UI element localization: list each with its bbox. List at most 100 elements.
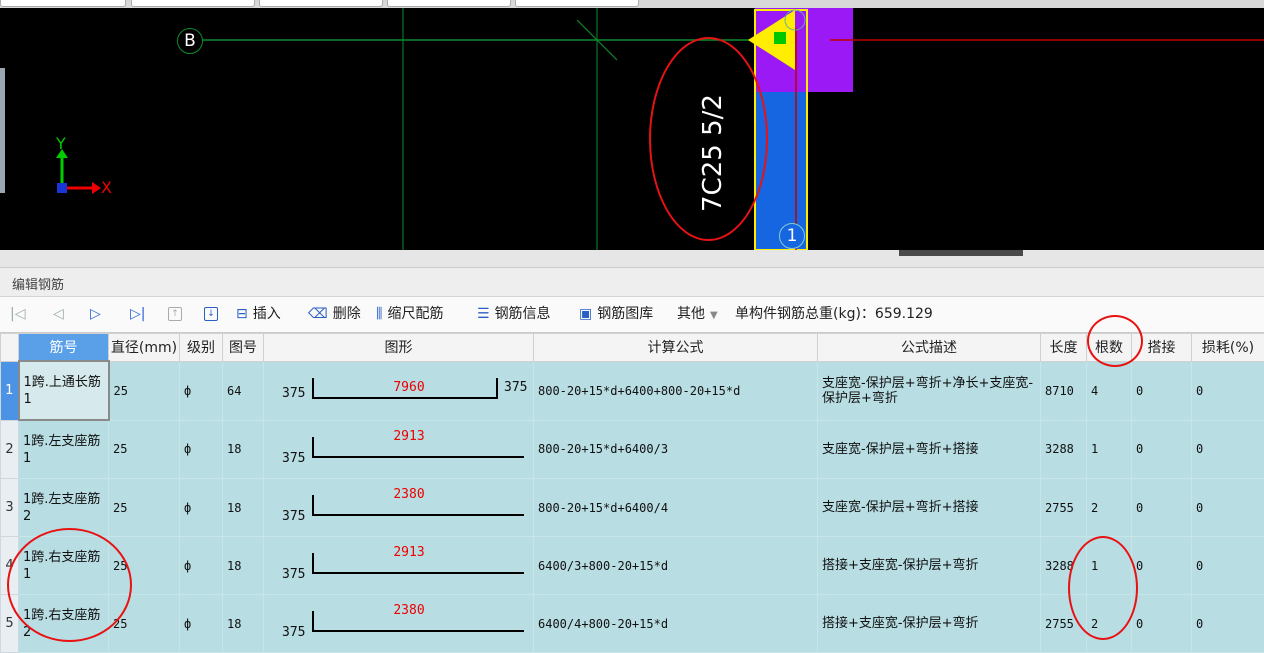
- column-header[interactable]: 图号: [223, 334, 264, 362]
- last-record-icon[interactable]: ▷|: [130, 297, 145, 332]
- loss-cell[interactable]: 0: [1192, 537, 1264, 595]
- count-cell[interactable]: 2: [1087, 595, 1132, 653]
- first-record-icon[interactable]: |◁: [10, 297, 25, 332]
- figure-no-cell[interactable]: 18: [223, 420, 264, 479]
- shape-cell[interactable]: 375 2913: [264, 537, 534, 595]
- column-header[interactable]: 级别: [180, 334, 223, 362]
- move-down-button[interactable]: ↓: [204, 297, 223, 332]
- bar-name-cell[interactable]: 1跨.左支座筋2: [19, 479, 109, 537]
- drawing-tab[interactable]: [387, 0, 511, 7]
- grip-point[interactable]: [774, 32, 786, 44]
- drawing-tab[interactable]: [131, 0, 255, 7]
- delete-button[interactable]: ⌫删除: [308, 297, 361, 332]
- column-header[interactable]: 筋号: [19, 334, 109, 362]
- length-cell[interactable]: 2755: [1041, 479, 1087, 537]
- formula-cell[interactable]: 800-20+15*d+6400+800-20+15*d: [534, 361, 818, 420]
- drawing-viewport[interactable]: B 1 X Y 7C25 5/2: [0, 8, 1264, 250]
- formula-cell[interactable]: 800-20+15*d+6400/3: [534, 420, 818, 479]
- insert-button[interactable]: ⊟插入: [236, 297, 281, 332]
- next-record-icon[interactable]: ▷: [90, 297, 101, 332]
- shape-main-length[interactable]: 2913: [359, 545, 459, 560]
- lap-cell[interactable]: 0: [1132, 420, 1192, 479]
- description-cell[interactable]: 支座宽-保护层+弯折+净长+支座宽-保护层+弯折: [818, 361, 1041, 420]
- loss-cell[interactable]: 0: [1192, 595, 1264, 653]
- drawing-tab[interactable]: [515, 0, 639, 7]
- table-row[interactable]: 1 1跨.上通长筋1 25 ф 64 375 7960 375 800-20+1…: [1, 361, 1264, 420]
- shape-cell[interactable]: 375 2380: [264, 479, 534, 537]
- row-index[interactable]: 3: [1, 479, 19, 537]
- column-header[interactable]: 搭接: [1132, 334, 1192, 362]
- shape-left-length[interactable]: 375: [282, 625, 305, 640]
- grade-cell[interactable]: ф: [180, 361, 223, 420]
- table-row[interactable]: 4 1跨.右支座筋1 25 ф 18 375 2913 6400/3+800-2…: [1, 537, 1264, 595]
- figure-no-cell[interactable]: 64: [223, 361, 264, 420]
- rebar-library-button[interactable]: ▣钢筋图库: [579, 297, 653, 332]
- column-header[interactable]: 长度: [1041, 334, 1087, 362]
- formula-cell[interactable]: 6400/4+800-20+15*d: [534, 595, 818, 653]
- shape-right-length[interactable]: 375: [504, 380, 527, 395]
- scale-rebar-button[interactable]: ⫼缩尺配筋: [376, 297, 443, 332]
- shape-main-length[interactable]: 2913: [359, 429, 459, 444]
- other-dropdown[interactable]: 其他▼: [677, 297, 718, 332]
- count-cell[interactable]: 1: [1087, 537, 1132, 595]
- description-cell[interactable]: 搭接+支座宽-保护层+弯折: [818, 595, 1041, 653]
- column-header[interactable]: 根数: [1087, 334, 1132, 362]
- shape-main-length[interactable]: 2380: [359, 487, 459, 502]
- diameter-cell[interactable]: 25: [109, 595, 180, 653]
- shape-main-length[interactable]: 7960: [359, 380, 459, 395]
- lap-cell[interactable]: 0: [1132, 479, 1192, 537]
- formula-cell[interactable]: 6400/3+800-20+15*d: [534, 537, 818, 595]
- table-row[interactable]: 5 1跨.右支座筋2 25 ф 18 375 2380 6400/4+800-2…: [1, 595, 1264, 653]
- rebar-annotation-label[interactable]: 7C25 5/2: [698, 63, 728, 243]
- diameter-cell[interactable]: 25: [109, 479, 180, 537]
- previous-record-icon[interactable]: ◁: [53, 297, 64, 332]
- lap-cell[interactable]: 0: [1132, 537, 1192, 595]
- grade-cell[interactable]: ф: [180, 420, 223, 479]
- table-row[interactable]: 3 1跨.左支座筋2 25 ф 18 375 2380 800-20+15*d+…: [1, 479, 1264, 537]
- shape-cell[interactable]: 375 7960 375: [264, 361, 534, 420]
- table-row[interactable]: 2 1跨.左支座筋1 25 ф 18 375 2913 800-20+15*d+…: [1, 420, 1264, 479]
- diameter-cell[interactable]: 25: [109, 537, 180, 595]
- bar-name-cell[interactable]: 1跨.右支座筋1: [19, 537, 109, 595]
- bar-name-cell[interactable]: 1跨.上通长筋1: [19, 361, 109, 420]
- shape-left-length[interactable]: 375: [282, 386, 305, 401]
- splitter-grip[interactable]: [899, 250, 1023, 256]
- shape-left-length[interactable]: 375: [282, 451, 305, 466]
- description-cell[interactable]: 支座宽-保护层+弯折+搭接: [818, 420, 1041, 479]
- loss-cell[interactable]: 0: [1192, 420, 1264, 479]
- bar-name-cell[interactable]: 1跨.右支座筋2: [19, 595, 109, 653]
- grade-cell[interactable]: ф: [180, 537, 223, 595]
- shape-left-length[interactable]: 375: [282, 567, 305, 582]
- column-header[interactable]: 损耗(%): [1192, 334, 1264, 362]
- figure-no-cell[interactable]: 18: [223, 537, 264, 595]
- length-cell[interactable]: 3288: [1041, 420, 1087, 479]
- corner-header[interactable]: [1, 334, 19, 362]
- column-header[interactable]: 计算公式: [534, 334, 818, 362]
- figure-no-cell[interactable]: 18: [223, 595, 264, 653]
- loss-cell[interactable]: 0: [1192, 361, 1264, 420]
- figure-no-cell[interactable]: 18: [223, 479, 264, 537]
- row-index[interactable]: 5: [1, 595, 19, 653]
- length-cell[interactable]: 8710: [1041, 361, 1087, 420]
- length-cell[interactable]: 2755: [1041, 595, 1087, 653]
- column-header[interactable]: 直径(mm): [109, 334, 180, 362]
- drawing-tab[interactable]: [0, 0, 126, 7]
- splitter[interactable]: [0, 250, 1264, 268]
- shape-main-length[interactable]: 2380: [359, 603, 459, 618]
- count-cell[interactable]: 2: [1087, 479, 1132, 537]
- description-cell[interactable]: 搭接+支座宽-保护层+弯折: [818, 537, 1041, 595]
- lap-cell[interactable]: 0: [1132, 361, 1192, 420]
- bar-name-cell[interactable]: 1跨.左支座筋1: [19, 420, 109, 479]
- shape-cell[interactable]: 375 2913: [264, 420, 534, 479]
- shape-left-length[interactable]: 375: [282, 509, 305, 524]
- description-cell[interactable]: 支座宽-保护层+弯折+搭接: [818, 479, 1041, 537]
- column-header[interactable]: 公式描述: [818, 334, 1041, 362]
- grade-cell[interactable]: ф: [180, 479, 223, 537]
- row-index[interactable]: 1: [1, 361, 19, 420]
- count-cell[interactable]: 1: [1087, 420, 1132, 479]
- column-header[interactable]: 图形: [264, 334, 534, 362]
- count-cell[interactable]: 4: [1087, 361, 1132, 420]
- rebar-info-button[interactable]: ☰钢筋信息: [477, 297, 551, 332]
- lap-cell[interactable]: 0: [1132, 595, 1192, 653]
- row-index[interactable]: 2: [1, 420, 19, 479]
